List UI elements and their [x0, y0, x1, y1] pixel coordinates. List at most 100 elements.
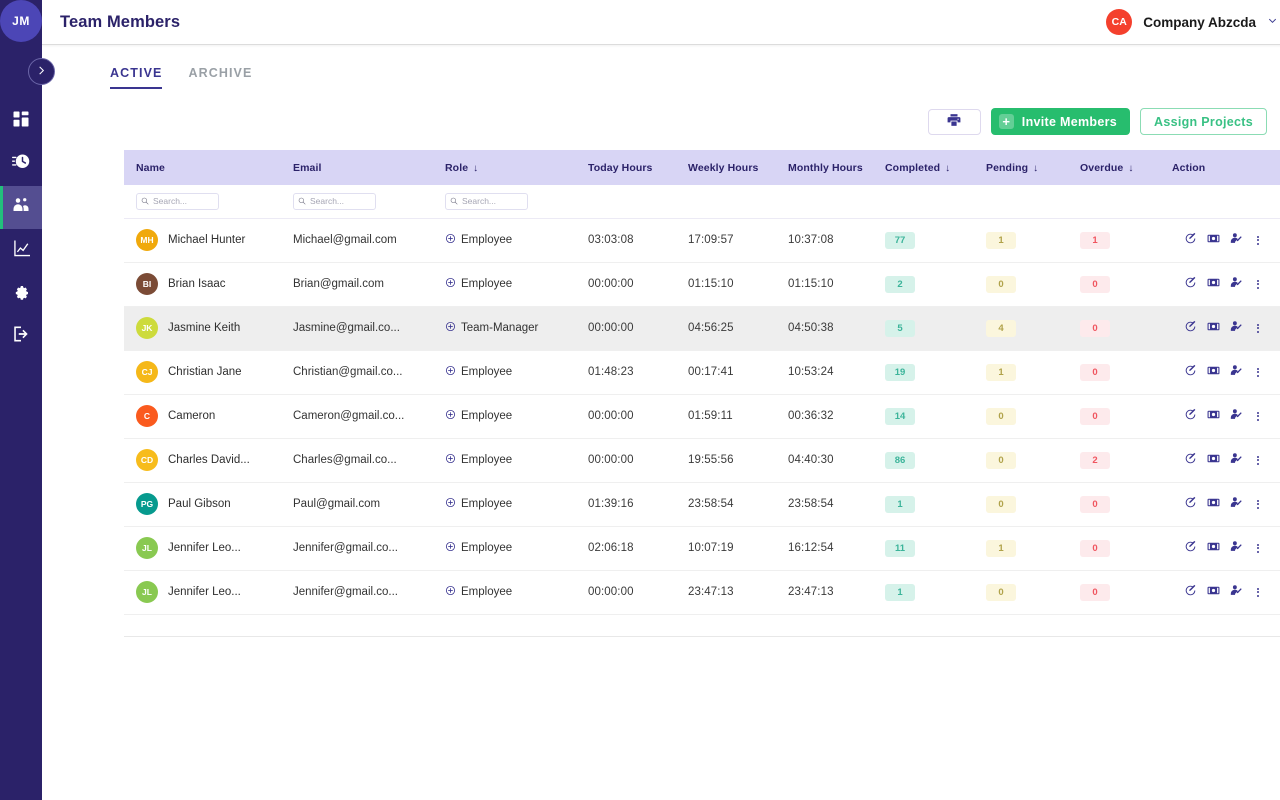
more-vertical-icon[interactable]: [1253, 455, 1263, 466]
sidebar-item-timesheet[interactable]: [0, 143, 42, 186]
id-card-icon[interactable]: [1207, 540, 1220, 556]
edit-circle-icon[interactable]: [1184, 452, 1197, 468]
edit-circle-icon[interactable]: [1184, 364, 1197, 380]
assign-user-icon[interactable]: [1230, 408, 1243, 424]
table-row[interactable]: JKJasmine KeithJasmine@gmail.co...Team-M…: [124, 306, 1280, 350]
edit-circle-icon[interactable]: [1184, 584, 1197, 600]
more-vertical-icon[interactable]: [1253, 587, 1263, 598]
more-vertical-icon[interactable]: [1253, 235, 1263, 246]
table-row[interactable]: JLJennifer Leo...Jennifer@gmail.co...Emp…: [124, 570, 1280, 614]
completed-badge: 1: [885, 584, 915, 601]
id-card-icon[interactable]: [1207, 276, 1220, 292]
assign-user-icon[interactable]: [1230, 364, 1243, 380]
col-label: Name: [136, 162, 165, 174]
more-vertical-icon[interactable]: [1253, 367, 1263, 378]
assign-user-icon[interactable]: [1230, 232, 1243, 248]
edit-circle-icon[interactable]: [1184, 276, 1197, 292]
role-search-input[interactable]: [462, 196, 523, 206]
overdue-badge: 0: [1080, 540, 1110, 557]
id-card-icon[interactable]: [1207, 364, 1220, 380]
assign-projects-button[interactable]: Assign Projects: [1140, 108, 1267, 135]
sort-arrow-icon[interactable]: ↓: [1033, 163, 1038, 174]
member-email: Michael@gmail.com: [293, 234, 397, 246]
completed-badge: 11: [885, 540, 915, 557]
member-name: Brian Isaac: [168, 278, 226, 290]
sidebar-item-dashboard[interactable]: [0, 100, 42, 143]
id-card-icon[interactable]: [1207, 452, 1220, 468]
tab-archive[interactable]: ARCHIVE: [188, 66, 252, 89]
email-search-input[interactable]: [310, 196, 371, 206]
pending-badge: 0: [986, 276, 1016, 293]
assign-user-icon[interactable]: [1230, 452, 1243, 468]
company-switcher[interactable]: CA Company Abzcda: [1106, 9, 1278, 35]
col-header-name: Name: [124, 150, 281, 185]
assign-user-icon[interactable]: [1230, 320, 1243, 336]
id-card-icon[interactable]: [1207, 584, 1220, 600]
cell-action: [1160, 262, 1280, 306]
sidebar-item-reports[interactable]: [0, 229, 42, 272]
name-search-box[interactable]: [136, 193, 219, 210]
assign-user-icon[interactable]: [1230, 496, 1243, 512]
sidebar-item-team-members[interactable]: [0, 186, 42, 229]
more-vertical-icon[interactable]: [1253, 279, 1263, 290]
top-header: Team Members CA Company Abzcda: [42, 0, 1280, 45]
edit-circle-icon[interactable]: [1184, 320, 1197, 336]
table-row[interactable]: JLJennifer Leo...Jennifer@gmail.co...Emp…: [124, 526, 1280, 570]
more-vertical-icon[interactable]: [1253, 543, 1263, 554]
sidebar-user-avatar[interactable]: JM: [0, 0, 42, 42]
table-row[interactable]: MHMichael HunterMichael@gmail.comEmploye…: [124, 218, 1280, 262]
cell-email: Jennifer@gmail.co...: [281, 570, 433, 614]
plus-icon: +: [999, 114, 1014, 129]
more-vertical-icon[interactable]: [1253, 323, 1263, 334]
table-row[interactable]: CDCharles David...Charles@gmail.co...Emp…: [124, 438, 1280, 482]
edit-circle-icon[interactable]: [1184, 540, 1197, 556]
cell-weekly-hours: 00:17:41: [676, 350, 776, 394]
id-card-icon[interactable]: [1207, 232, 1220, 248]
cell-today-hours: 00:00:00: [576, 438, 676, 482]
table-header-row: Name Email Role↓ Today Hours Weekly Hour…: [124, 150, 1280, 185]
sort-arrow-icon[interactable]: ↓: [945, 163, 950, 174]
filter-cell-empty: [873, 185, 974, 218]
tab-active[interactable]: ACTIVE: [110, 66, 162, 89]
col-header-pending[interactable]: Pending↓: [974, 150, 1068, 185]
print-button[interactable]: [928, 109, 981, 135]
invite-members-label: Invite Members: [1022, 115, 1117, 129]
cell-pending: 4: [974, 306, 1068, 350]
sidebar-item-logout[interactable]: [0, 315, 42, 358]
id-card-icon[interactable]: [1207, 408, 1220, 424]
pending-badge: 4: [986, 320, 1016, 337]
sort-arrow-icon[interactable]: ↓: [473, 163, 478, 174]
col-header-role[interactable]: Role↓: [433, 150, 576, 185]
edit-circle-icon[interactable]: [1184, 408, 1197, 424]
col-header-overdue[interactable]: Overdue↓: [1068, 150, 1160, 185]
table-row[interactable]: BIBrian IsaacBrian@gmail.comEmployee00:0…: [124, 262, 1280, 306]
more-vertical-icon[interactable]: [1253, 499, 1263, 510]
assign-user-icon[interactable]: [1230, 540, 1243, 556]
cell-action: [1160, 394, 1280, 438]
cell-weekly-hours: 04:56:25: [676, 306, 776, 350]
assign-user-icon[interactable]: [1230, 584, 1243, 600]
id-card-icon[interactable]: [1207, 496, 1220, 512]
email-search-box[interactable]: [293, 193, 376, 210]
cell-monthly-hours: 23:47:13: [776, 570, 873, 614]
sidebar-collapse-toggle[interactable]: [28, 58, 55, 85]
role-search-box[interactable]: [445, 193, 528, 210]
sort-arrow-icon[interactable]: ↓: [1128, 163, 1133, 174]
edit-circle-icon[interactable]: [1184, 232, 1197, 248]
table-row[interactable]: CJChristian JaneChristian@gmail.co...Emp…: [124, 350, 1280, 394]
page-title: Team Members: [60, 13, 180, 32]
assign-user-icon[interactable]: [1230, 276, 1243, 292]
id-card-icon[interactable]: [1207, 320, 1220, 336]
name-search-input[interactable]: [153, 196, 214, 206]
cell-monthly-hours: 10:37:08: [776, 218, 873, 262]
member-name: Charles David...: [168, 454, 250, 466]
sidebar-item-settings[interactable]: [0, 272, 42, 315]
cell-overdue: 2: [1068, 438, 1160, 482]
col-header-completed[interactable]: Completed↓: [873, 150, 974, 185]
table-row[interactable]: CCameronCameron@gmail.co...Employee00:00…: [124, 394, 1280, 438]
edit-circle-icon[interactable]: [1184, 496, 1197, 512]
cell-completed: 19: [873, 350, 974, 394]
invite-members-button[interactable]: + Invite Members: [991, 108, 1130, 135]
table-row[interactable]: PGPaul GibsonPaul@gmail.comEmployee01:39…: [124, 482, 1280, 526]
more-vertical-icon[interactable]: [1253, 411, 1263, 422]
